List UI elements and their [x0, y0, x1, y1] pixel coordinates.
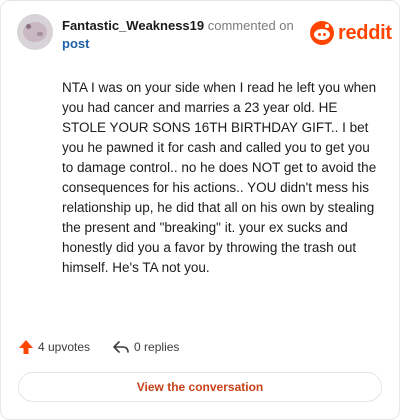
reddit-logo[interactable]: reddit — [310, 21, 392, 45]
comment-author: Fantastic_Weakness19 commented on — [62, 18, 294, 33]
reddit-wordmark: reddit — [338, 21, 392, 44]
username-link[interactable]: Fantastic_Weakness19 — [62, 18, 204, 33]
post-link[interactable]: post — [62, 36, 89, 51]
avatar[interactable] — [17, 14, 53, 50]
comment-body: NTA I was on your side when I read he le… — [62, 80, 377, 275]
upvote-button[interactable]: 4 upvotes — [18, 339, 90, 355]
view-conversation-button[interactable]: View the conversation — [18, 372, 382, 402]
upvote-arrow-icon — [19, 340, 33, 354]
upvote-count: 4 upvotes — [38, 340, 91, 354]
reddit-snoo-icon — [310, 21, 334, 45]
comment-card: Fantastic_Weakness19 commented on post r… — [0, 0, 400, 420]
reply-arrow-icon — [113, 341, 129, 353]
reply-button[interactable]: 0 replies — [112, 339, 179, 355]
comment-actions: 4 upvotes 0 replies — [18, 339, 179, 355]
reply-count: 0 replies — [134, 340, 180, 354]
commented-on-label: commented on — [207, 18, 294, 33]
